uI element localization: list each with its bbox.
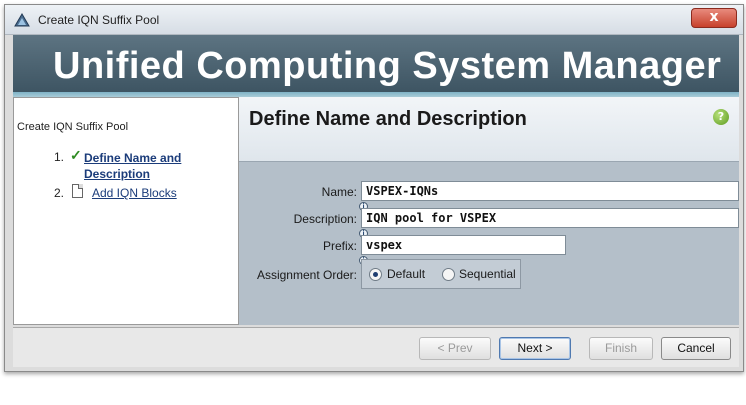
step-number: 2. [54, 186, 65, 200]
name-label: Name: [321, 185, 357, 199]
form-panel: Define Name and Description ? Name: VSPE… [239, 97, 739, 325]
prefix-label: Prefix: [322, 239, 357, 253]
wizard-title: Create IQN Suffix Pool [17, 121, 129, 133]
title-bar[interactable]: Create IQN Suffix Pool x [5, 5, 743, 35]
name-input[interactable]: VSPEX-IQNs [361, 181, 739, 201]
finish-button[interactable]: Finish [589, 337, 653, 360]
radio-sequential-label[interactable]: Sequential [459, 267, 516, 281]
wizard-footer: < Prev Next > Finish Cancel [13, 327, 739, 367]
wizard-steps-panel: Create IQN Suffix Pool 1. ✓ Define Name … [13, 97, 239, 325]
help-icon[interactable]: ? [713, 109, 729, 125]
check-icon: ✓ [70, 147, 82, 163]
step-link-define-name[interactable]: Define Name and Description [84, 151, 181, 181]
section-title: Define Name and Description [249, 108, 527, 130]
app-banner: Unified Computing System Manager [13, 35, 739, 97]
step-number: 1. [54, 150, 65, 164]
assignment-order-label: Assignment Order: [256, 268, 357, 282]
step-link-add-blocks[interactable]: Add IQN Blocks [92, 186, 177, 200]
radio-sequential-button[interactable] [442, 268, 455, 281]
assignment-order-group: Default Sequential [361, 259, 521, 289]
window-title: Create IQN Suffix Pool [38, 13, 160, 27]
close-button[interactable]: x [691, 8, 737, 28]
dialog-window: Create IQN Suffix Pool x Unified Computi… [4, 4, 744, 372]
prev-button[interactable]: < Prev [419, 337, 491, 360]
radio-default-label[interactable]: Default [387, 267, 425, 281]
close-icon: x [709, 9, 719, 25]
app-icon [14, 13, 30, 27]
banner-title: Unified Computing System Manager [53, 45, 722, 87]
description-input[interactable]: IQN pool for VSPEX [361, 208, 739, 228]
prefix-input[interactable]: vspex [361, 235, 566, 255]
radio-default-button[interactable] [369, 268, 382, 281]
document-icon [72, 184, 83, 198]
description-label: Description: [293, 212, 357, 226]
section-header: Define Name and Description ? [239, 97, 739, 162]
cancel-button[interactable]: Cancel [661, 337, 731, 360]
next-button[interactable]: Next > [499, 337, 571, 360]
